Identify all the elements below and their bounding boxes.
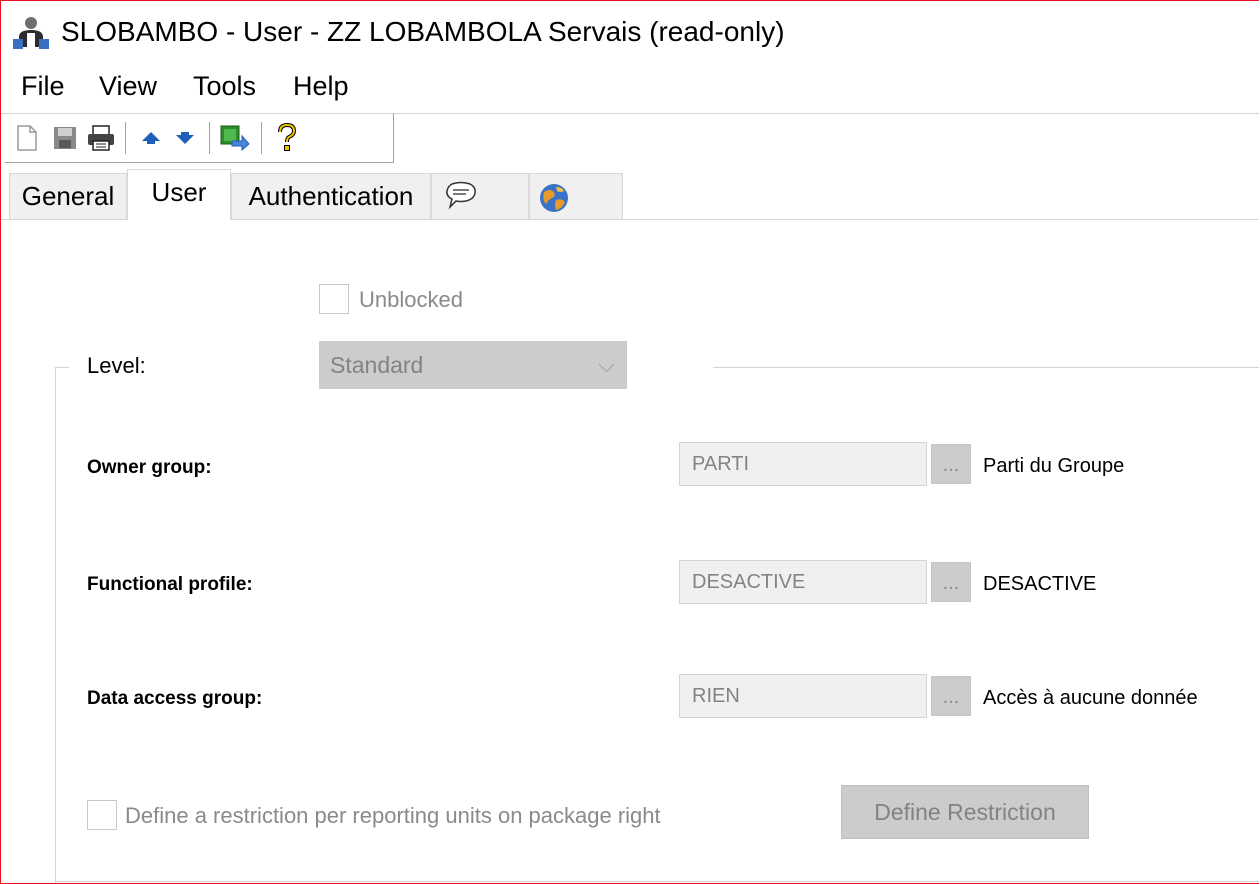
unblocked-checkbox[interactable] <box>319 284 349 314</box>
toolbar <box>5 113 394 163</box>
data-access-group-browse-button[interactable]: ... <box>931 676 971 716</box>
chevron-down-icon <box>598 356 615 373</box>
restriction-label: Define a restriction per reporting units… <box>125 803 661 828</box>
functional-profile-label: Functional profile: <box>87 574 253 595</box>
help-icon[interactable] <box>271 122 303 154</box>
user-tab-panel: Unblocked Level: Standard Owner group: P… <box>1 220 1259 883</box>
data-access-group-label: Data access group: <box>87 688 263 709</box>
data-access-group-field[interactable]: RIEN <box>679 674 927 718</box>
tab-authentication-label: Authentication <box>248 181 414 211</box>
application-window: SLOBAMBO - User - ZZ LOBAMBOLA Servais (… <box>0 0 1259 884</box>
next-arrow-icon[interactable] <box>169 122 201 154</box>
group-box-border <box>55 367 69 368</box>
functional-profile-description: DESACTIVE <box>983 573 1097 595</box>
owner-group-description: Parti du Groupe <box>983 455 1125 477</box>
tab-general-label: General <box>21 181 115 211</box>
owner-group-label: Owner group: <box>87 457 212 478</box>
menu-view[interactable]: View <box>99 69 157 103</box>
define-restriction-button[interactable]: Define Restriction <box>841 785 1089 839</box>
tab-comments[interactable] <box>431 173 529 219</box>
tab-user-label: User <box>151 177 207 207</box>
globe-icon <box>540 184 568 212</box>
menu-help[interactable]: Help <box>293 69 349 103</box>
level-dropdown[interactable]: Standard <box>319 341 627 389</box>
tab-authentication[interactable]: Authentication <box>231 173 431 219</box>
toolbar-separator <box>209 122 210 154</box>
group-box-border <box>55 881 1259 882</box>
new-document-icon[interactable] <box>11 122 43 154</box>
user-app-icon <box>13 17 49 49</box>
speech-bubble-icon <box>446 181 476 210</box>
export-icon[interactable] <box>219 122 251 154</box>
tab-user[interactable]: User <box>127 169 231 220</box>
owner-group-field[interactable]: PARTI <box>679 442 927 486</box>
group-box-border <box>55 367 56 883</box>
level-label: Level: <box>87 353 146 378</box>
unblocked-label: Unblocked <box>359 287 463 312</box>
data-access-group-description: Accès à aucune donnée <box>983 687 1198 709</box>
menu-file[interactable]: File <box>21 69 65 103</box>
toolbar-separator <box>125 122 126 154</box>
tab-global[interactable] <box>529 173 623 219</box>
menu-tools[interactable]: Tools <box>193 69 256 103</box>
restriction-checkbox[interactable] <box>87 800 117 830</box>
functional-profile-browse-button[interactable]: ... <box>931 562 971 602</box>
tab-strip: General User Authentication <box>1 169 1259 220</box>
title-bar[interactable]: SLOBAMBO - User - ZZ LOBAMBOLA Servais (… <box>1 1 1259 63</box>
owner-group-browse-button[interactable]: ... <box>931 444 971 484</box>
functional-profile-field[interactable]: DESACTIVE <box>679 560 927 604</box>
previous-arrow-icon[interactable] <box>135 122 167 154</box>
menu-bar: File View Tools Help <box>1 63 1259 107</box>
tab-general[interactable]: General <box>9 173 127 219</box>
window-title: SLOBAMBO - User - ZZ LOBAMBOLA Servais (… <box>61 16 785 47</box>
group-box-border <box>713 367 1259 368</box>
toolbar-separator <box>261 122 262 154</box>
save-icon[interactable] <box>49 122 81 154</box>
print-icon[interactable] <box>85 122 117 154</box>
level-value: Standard <box>330 352 424 378</box>
